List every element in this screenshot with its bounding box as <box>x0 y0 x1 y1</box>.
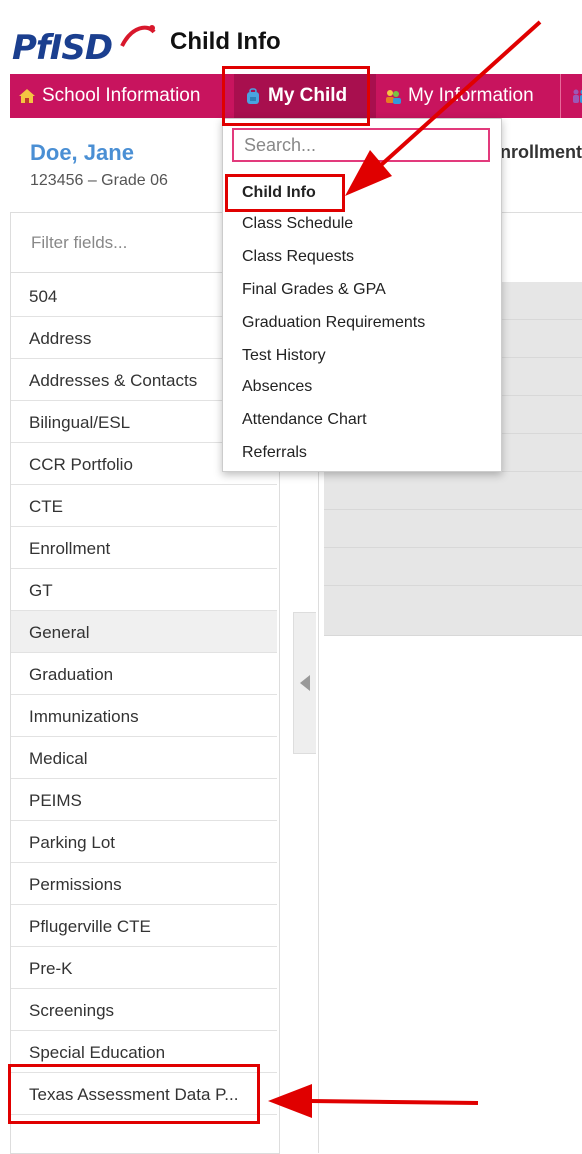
chevron-left-icon <box>300 675 310 691</box>
menu-search-input[interactable] <box>232 128 490 162</box>
highlight-box-child-info <box>225 174 345 212</box>
highlight-box-texas-assessment <box>8 1064 260 1124</box>
sidebar-field-item[interactable]: Permissions <box>11 863 277 905</box>
people-icon <box>384 87 402 105</box>
logo-text: PfISD <box>12 28 112 68</box>
menu-item-test-history[interactable]: Test History <box>242 347 326 365</box>
tab-enrollment[interactable]: nrollment <box>500 142 582 163</box>
sidebar-field-item[interactable]: Screenings <box>11 989 277 1031</box>
content-row-placeholder <box>324 548 582 586</box>
menu-item-absences[interactable]: Absences <box>242 378 312 396</box>
sidebar-field-item[interactable]: Parking Lot <box>11 821 277 863</box>
highlight-box-my-child <box>222 66 370 126</box>
sidebar-field-item[interactable]: CTE <box>11 485 277 527</box>
sidebar-field-item[interactable]: PEIMS <box>11 779 277 821</box>
content-row-placeholder <box>324 472 582 510</box>
sidebar-field-item[interactable]: Pflugerville CTE <box>11 905 277 947</box>
nav-item-label: My Information <box>408 85 534 107</box>
content-row-placeholder <box>324 510 582 548</box>
menu-item-referrals[interactable]: Referrals <box>242 444 307 462</box>
sidebar-field-item[interactable]: Graduation <box>11 653 277 695</box>
sidebar-field-item[interactable]: General <box>11 611 277 653</box>
menu-item-graduation-requirements[interactable]: Graduation Requirements <box>242 314 425 332</box>
menu-item-class-schedule[interactable]: Class Schedule <box>242 215 353 233</box>
family-icon <box>571 87 582 105</box>
sidebar-field-item[interactable]: GT <box>11 569 277 611</box>
page-title: Child Info <box>170 28 281 56</box>
school-house-icon <box>18 87 36 105</box>
nav-item-my-information[interactable]: My Information <box>374 74 560 118</box>
student-name[interactable]: Doe, Jane <box>30 140 134 166</box>
student-id-grade: 123456 – Grade 06 <box>30 172 168 190</box>
collapse-sidebar-handle[interactable] <box>293 612 316 754</box>
menu-item-class-requests[interactable]: Class Requests <box>242 248 354 266</box>
sidebar-field-item[interactable]: Medical <box>11 737 277 779</box>
menu-item-attendance-chart[interactable]: Attendance Chart <box>242 411 367 429</box>
nav-item-school-information[interactable]: School Information <box>10 74 230 118</box>
sidebar-field-item[interactable]: Immunizations <box>11 695 277 737</box>
sidebar-field-item[interactable]: Pre-K <box>11 947 277 989</box>
logo-swoosh-icon <box>118 22 158 52</box>
district-logo[interactable]: PfISD <box>10 18 158 68</box>
content-row-placeholder <box>324 586 582 636</box>
nav-item-more[interactable] <box>560 74 582 118</box>
nav-item-label: School Information <box>42 85 200 107</box>
menu-item-final-grades-gpa[interactable]: Final Grades & GPA <box>242 281 386 299</box>
sidebar-field-item[interactable]: Enrollment <box>11 527 277 569</box>
